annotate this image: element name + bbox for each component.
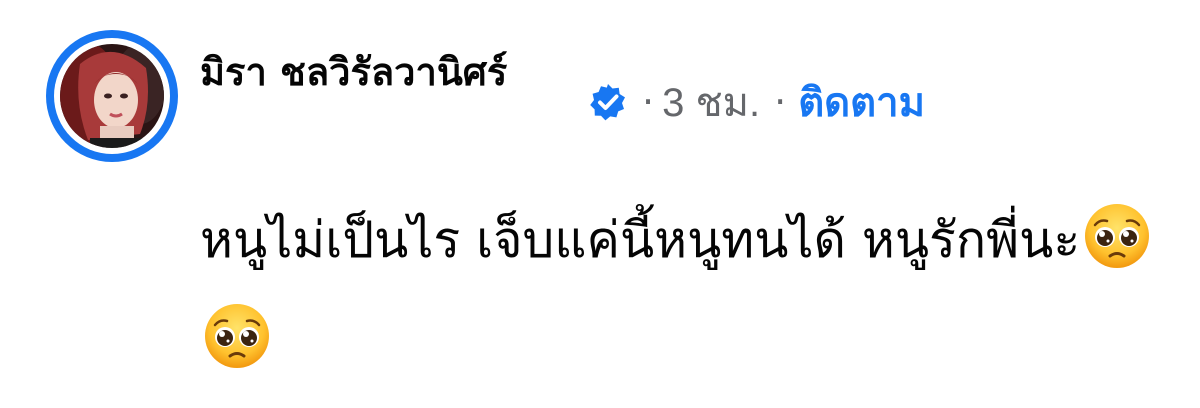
verified-badge-icon bbox=[588, 82, 628, 122]
follow-button[interactable]: ติดตาม bbox=[798, 70, 925, 134]
avatar[interactable] bbox=[46, 30, 178, 162]
pleading-face-emoji bbox=[1082, 201, 1152, 271]
pleading-face-emoji bbox=[202, 301, 272, 371]
comment-meta: · 3 ชม. · ติดตาม bbox=[588, 76, 925, 128]
profile-photo[interactable] bbox=[60, 44, 164, 148]
comment-body: หนูไม่เป็นไร เจ็บแค่นี้หนูทนได้ หนูรักพี… bbox=[200, 190, 1180, 390]
meta-separator: · bbox=[642, 80, 655, 124]
meta-separator: · bbox=[774, 80, 787, 124]
comment-text: หนูไม่เป็นไร เจ็บแค่นี้หนูทนได้ หนูรักพี… bbox=[200, 211, 1081, 269]
comment: มิรา ชลวิรัลวานิศร์ · 3 ชม. · ติดตาม หนู… bbox=[0, 0, 1200, 408]
timestamp[interactable]: 3 ชม. bbox=[662, 70, 760, 134]
author-name[interactable]: มิรา ชลวิรัลวานิศร์ bbox=[200, 34, 560, 110]
